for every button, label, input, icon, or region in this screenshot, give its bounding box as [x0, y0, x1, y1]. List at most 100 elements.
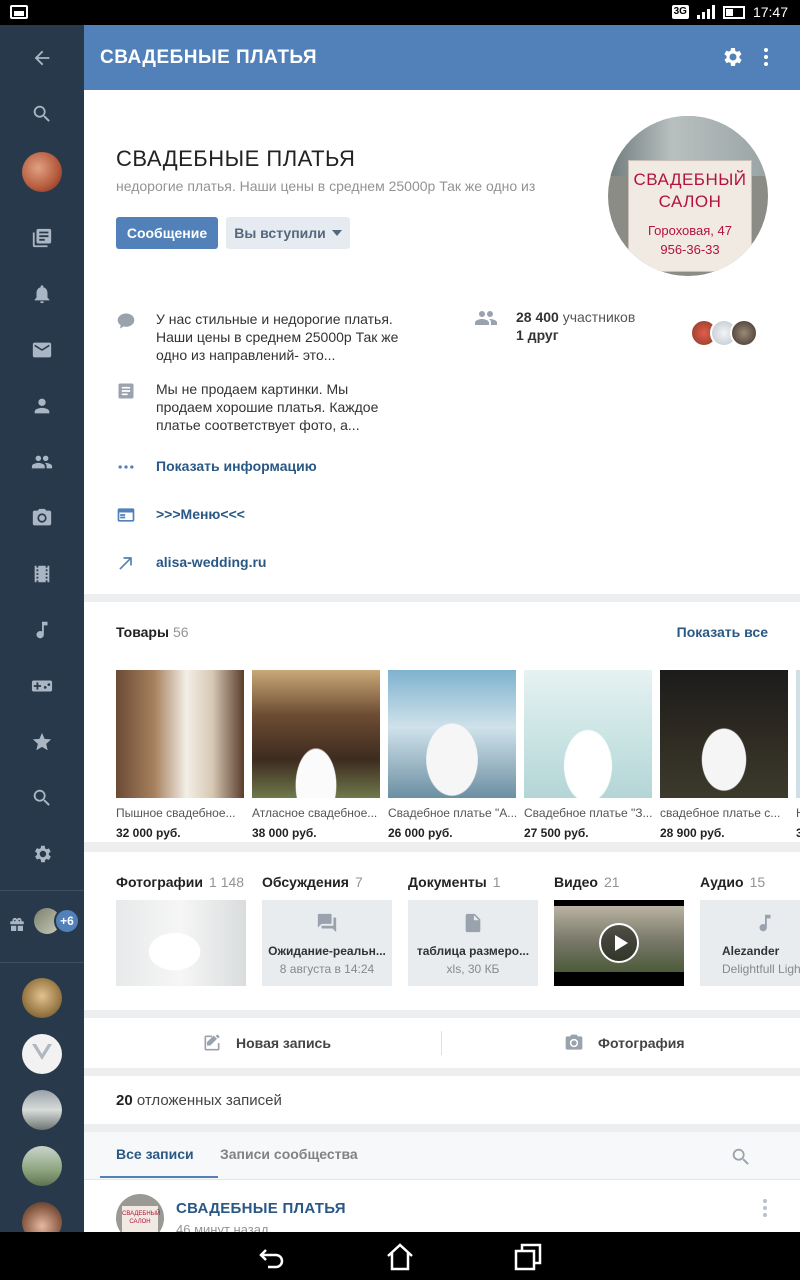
documents-block[interactable]: Документы 1 таблица размеро... xls, 30 КБ — [408, 874, 538, 986]
video-count: 21 — [603, 874, 620, 890]
home-icon[interactable] — [385, 1242, 415, 1272]
new-post-label: Новая запись — [236, 1035, 331, 1051]
description-text: У нас стильные и недорогие платья. Наши … — [156, 311, 399, 363]
audio-block[interactable]: Аудио 15 Alezander Delightfull Light — [700, 874, 800, 986]
good-name: свадебное платье с... — [660, 806, 781, 820]
good-image — [796, 670, 800, 798]
gallery-notification-icon — [10, 5, 28, 19]
post-author-name[interactable]: СВАДЕБНЫЕ ПЛАТЬЯ — [176, 1200, 346, 1217]
good-item[interactable]: Свадебное платье "А... 26 000 руб. — [388, 670, 516, 840]
side-rail: +6 — [0, 25, 84, 1242]
good-item[interactable]: Пышное свадебное... 32 000 руб. — [116, 670, 244, 840]
member-avatars[interactable] — [690, 319, 758, 347]
speech-bubble-icon — [116, 311, 136, 331]
friends-badge[interactable]: +6 — [54, 908, 80, 934]
document-card[interactable]: таблица размеро... xls, 30 КБ — [408, 900, 538, 986]
discussion-date: 8 августа в 14:24 — [279, 962, 375, 976]
discussions-count: 7 — [354, 874, 363, 890]
add-photo-button[interactable]: Фотография — [564, 1018, 685, 1068]
community-avatar-4[interactable] — [22, 1146, 62, 1186]
joined-dropdown-button[interactable]: Вы вступили — [226, 217, 350, 249]
gear-icon[interactable] — [720, 45, 744, 69]
active-tab-indicator — [100, 1176, 218, 1178]
add-photo-label: Фотография — [598, 1035, 685, 1051]
community-avatar-2[interactable] — [22, 1034, 62, 1074]
menu-row[interactable]: >>>Меню<<< — [116, 504, 245, 525]
file-icon — [462, 912, 484, 934]
music-note-icon[interactable] — [22, 610, 62, 650]
good-item[interactable]: Н 3 — [796, 670, 800, 840]
photos-thumbnail[interactable] — [116, 900, 246, 986]
document-icon — [116, 381, 136, 401]
rules-row[interactable]: Мы не продаем картинки. Мы продаем хорош… — [116, 380, 406, 434]
photos-block[interactable]: Фотографии 1 148 — [116, 874, 246, 986]
good-item[interactable]: Свадебное платье "З... 27 500 руб. — [524, 670, 652, 840]
member-avatar-3 — [730, 319, 758, 347]
members-block[interactable]: 28 400 участников 1 друг — [474, 308, 635, 344]
website-row[interactable]: alisa-wedding.ru — [116, 552, 266, 573]
search-icon-2[interactable] — [22, 778, 62, 818]
news-icon[interactable] — [22, 218, 62, 258]
goods-show-all-link[interactable]: Показать все — [677, 624, 768, 640]
video-title-label: Видео — [554, 874, 598, 890]
good-item[interactable]: свадебное платье с... 28 900 руб. — [660, 670, 788, 840]
tab-community-posts[interactable]: Записи сообщества — [220, 1146, 358, 1162]
content-scroll[interactable]: СВАДЕБНЫЕ ПЛАТЬЯ недорогие платья. Наши … — [84, 90, 800, 1232]
new-post-button[interactable]: Новая запись — [202, 1018, 331, 1068]
photos-camera-icon[interactable] — [22, 498, 62, 538]
discussion-title: Ожидание-реальн... — [268, 944, 386, 958]
message-button[interactable]: Сообщение — [116, 217, 218, 249]
members-people-icon — [474, 308, 498, 344]
more-vertical-icon[interactable] — [754, 45, 778, 69]
play-icon[interactable] — [599, 923, 639, 963]
wall-tabs: Все записи Записи сообщества — [84, 1132, 800, 1180]
app-root: 3G 17:47 +6 СВАДЕБНЫЕ ПЛАТЬЯ СВАДЕБНЫЕ П… — [0, 0, 800, 1280]
menu-link[interactable]: >>>Меню<<< — [156, 504, 245, 525]
friends-person-icon[interactable] — [22, 386, 62, 426]
show-info-link[interactable]: Показать информацию — [156, 456, 317, 477]
audio-card[interactable]: Alezander Delightfull Light — [700, 900, 800, 986]
notifications-bell-icon[interactable] — [22, 274, 62, 314]
photos-title-label: Фотографии — [116, 874, 204, 890]
discussions-block[interactable]: Обсуждения 7 Ожидание-реальн... 8 августа… — [262, 874, 392, 986]
website-link[interactable]: alisa-wedding.ru — [156, 552, 266, 573]
video-thumbnail[interactable] — [554, 900, 684, 986]
deferred-posts-row[interactable]: 20 отложенных записей — [84, 1076, 800, 1124]
photos-title: Фотографии 1 148 — [116, 874, 244, 890]
good-item[interactable]: Атласное свадебное... 38 000 руб. — [252, 670, 380, 840]
good-name: Пышное свадебное... — [116, 806, 236, 820]
compose-bar: Новая запись Фотография — [84, 1018, 800, 1068]
video-block[interactable]: Видео 21 — [554, 874, 684, 986]
description-row[interactable]: У нас стильные и недорогие платья. Наши … — [116, 310, 406, 364]
goods-count: 56 — [172, 624, 189, 640]
bookmarks-star-icon[interactable] — [22, 722, 62, 762]
search-icon[interactable] — [22, 94, 62, 134]
discussion-card[interactable]: Ожидание-реальн... 8 августа в 14:24 — [262, 900, 392, 986]
videos-film-icon[interactable] — [22, 554, 62, 594]
good-image — [524, 670, 652, 798]
document-name: таблица размеро... — [416, 944, 530, 958]
good-image — [388, 670, 516, 798]
show-info-row[interactable]: Показать информацию — [116, 456, 317, 477]
post-author-avatar[interactable]: СВАДЕБНЫЙ САЛОН — [116, 1194, 164, 1232]
back-arrow-icon[interactable] — [22, 38, 62, 78]
community-avatar[interactable]: СВАДЕБНЫЙ САЛОН Гороховая, 47 956-36-33 — [608, 116, 768, 276]
good-name: Свадебное платье "А... — [388, 806, 516, 820]
gift-icon[interactable] — [0, 905, 34, 945]
good-price: 38 000 руб. — [252, 826, 317, 840]
settings-gear-icon[interactable] — [22, 834, 62, 874]
games-gamepad-icon[interactable] — [22, 666, 62, 706]
search-icon[interactable] — [730, 1146, 752, 1168]
status-bar: 3G 17:47 — [0, 0, 800, 25]
community-avatar-3[interactable] — [22, 1090, 62, 1130]
post-more-icon[interactable] — [762, 1198, 768, 1218]
media-section: Фотографии 1 148 Обсуждения 7 Ожидание-реа… — [84, 852, 800, 1010]
user-avatar[interactable] — [22, 152, 62, 192]
recent-apps-icon[interactable] — [513, 1242, 543, 1272]
tab-all-posts[interactable]: Все записи — [116, 1146, 194, 1162]
community-avatar-1[interactable] — [22, 978, 62, 1018]
community-name: СВАДЕБНЫЕ ПЛАТЬЯ — [116, 146, 356, 171]
messages-envelope-icon[interactable] — [22, 330, 62, 370]
communities-icon[interactable] — [22, 442, 62, 482]
back-icon[interactable] — [257, 1242, 287, 1272]
